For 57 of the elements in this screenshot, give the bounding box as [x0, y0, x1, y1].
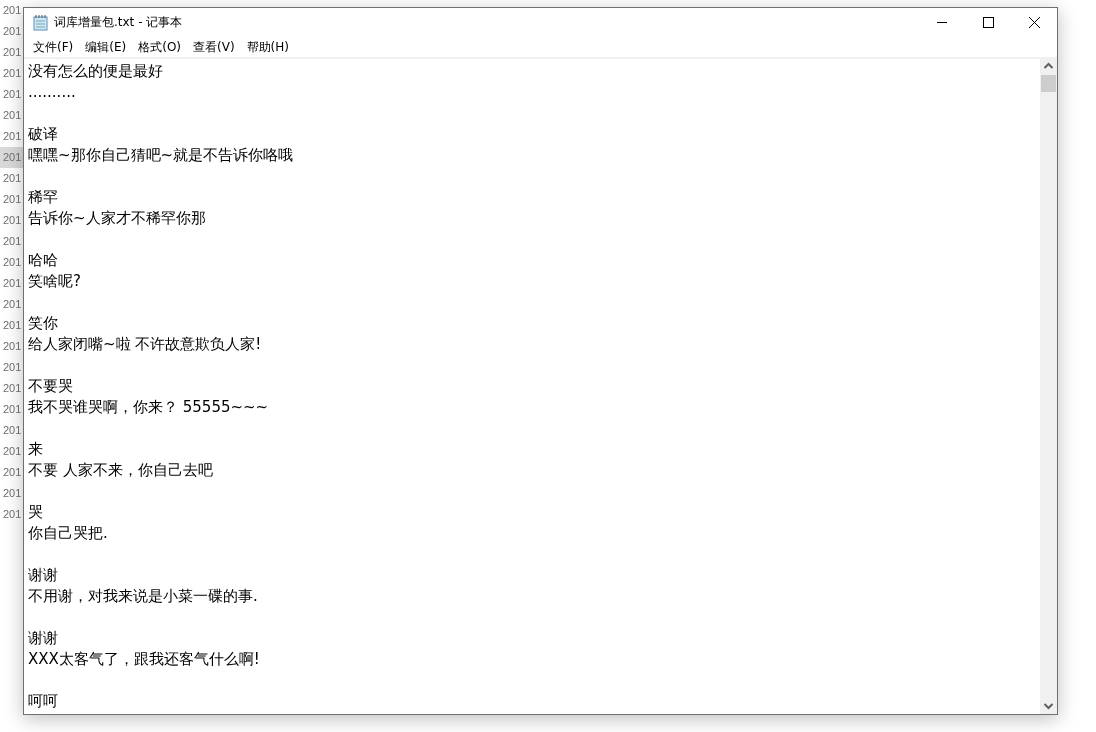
- text-line: 不要哭: [28, 376, 73, 397]
- list-row[interactable]: 201: [0, 210, 23, 231]
- list-row[interactable]: 201: [0, 189, 23, 210]
- list-row[interactable]: 201: [0, 378, 23, 399]
- list-row[interactable]: 201: [0, 273, 23, 294]
- list-row[interactable]: 201: [0, 105, 23, 126]
- text-line: 没有怎么的便是最好: [28, 61, 163, 82]
- text-line: 哭: [28, 502, 43, 523]
- close-icon: [1028, 17, 1040, 28]
- list-row[interactable]: 201: [0, 84, 23, 105]
- menu-item[interactable]: 文件(F): [27, 38, 80, 56]
- list-row[interactable]: 201: [0, 126, 23, 147]
- text-line: 破译: [28, 124, 58, 145]
- text-line: 哈哈: [28, 250, 58, 271]
- text-line: 稀罕: [28, 187, 58, 208]
- list-row[interactable]: 201: [0, 357, 23, 378]
- list-row[interactable]: 201: [0, 462, 23, 483]
- menu-item[interactable]: 查看(V): [187, 38, 241, 56]
- scroll-thumb[interactable]: [1041, 75, 1056, 92]
- list-row[interactable]: 201: [0, 336, 23, 357]
- list-row[interactable]: 201: [0, 168, 23, 189]
- text-line: 笑啥呢?: [28, 271, 81, 292]
- text-line: 告诉你~人家才不稀罕你那: [28, 208, 206, 229]
- list-row[interactable]: 201: [0, 483, 23, 504]
- text-line: 给人家闭嘴~啦 不许故意欺负人家!: [28, 334, 262, 355]
- list-row[interactable]: 201: [0, 21, 23, 42]
- list-row[interactable]: 201: [0, 504, 23, 525]
- maximize-icon: [982, 17, 994, 28]
- scrollbar[interactable]: [1040, 58, 1057, 714]
- text-line: 笑你: [28, 313, 58, 334]
- text-line: 我不哭谁哭啊，你来？ 55555~~~: [28, 397, 269, 418]
- text-line: 不要 人家不来，你自己去吧: [28, 460, 213, 481]
- list-row[interactable]: 201: [0, 315, 23, 336]
- notepad-icon: [33, 14, 48, 31]
- text-line: XXX太客气了，跟我还客气什么啊!: [28, 649, 260, 670]
- text-line: 你自己哭把.: [28, 523, 108, 544]
- menu-item[interactable]: 帮助(H): [240, 38, 295, 56]
- list-row[interactable]: 201: [0, 294, 23, 315]
- list-row[interactable]: 201: [0, 252, 23, 273]
- list-row[interactable]: 201: [0, 63, 23, 84]
- text-line: 谢谢: [28, 628, 58, 649]
- list-row[interactable]: 201: [0, 147, 23, 168]
- text-line: 来: [28, 439, 43, 460]
- list-row[interactable]: 201: [0, 42, 23, 63]
- text-line: 谢谢: [28, 565, 58, 586]
- menu-item[interactable]: 格式(O): [132, 38, 188, 56]
- text-line: 嘿嘿~那你自己猜吧~就是不告诉你咯哦: [28, 145, 294, 166]
- text-line: 呵呵: [28, 691, 58, 712]
- list-row[interactable]: 201: [0, 231, 23, 252]
- list-row[interactable]: 201: [0, 420, 23, 441]
- text-line: ..........: [28, 82, 76, 103]
- text-line: 不用谢，对我来说是小菜一碟的事.: [28, 586, 258, 607]
- list-row[interactable]: 201: [0, 399, 23, 420]
- window-title: 词库增量包.txt - 记事本: [54, 14, 183, 31]
- list-row[interactable]: 201: [0, 0, 23, 21]
- list-row[interactable]: 201: [0, 441, 23, 462]
- menu-item[interactable]: 编辑(E): [79, 38, 133, 56]
